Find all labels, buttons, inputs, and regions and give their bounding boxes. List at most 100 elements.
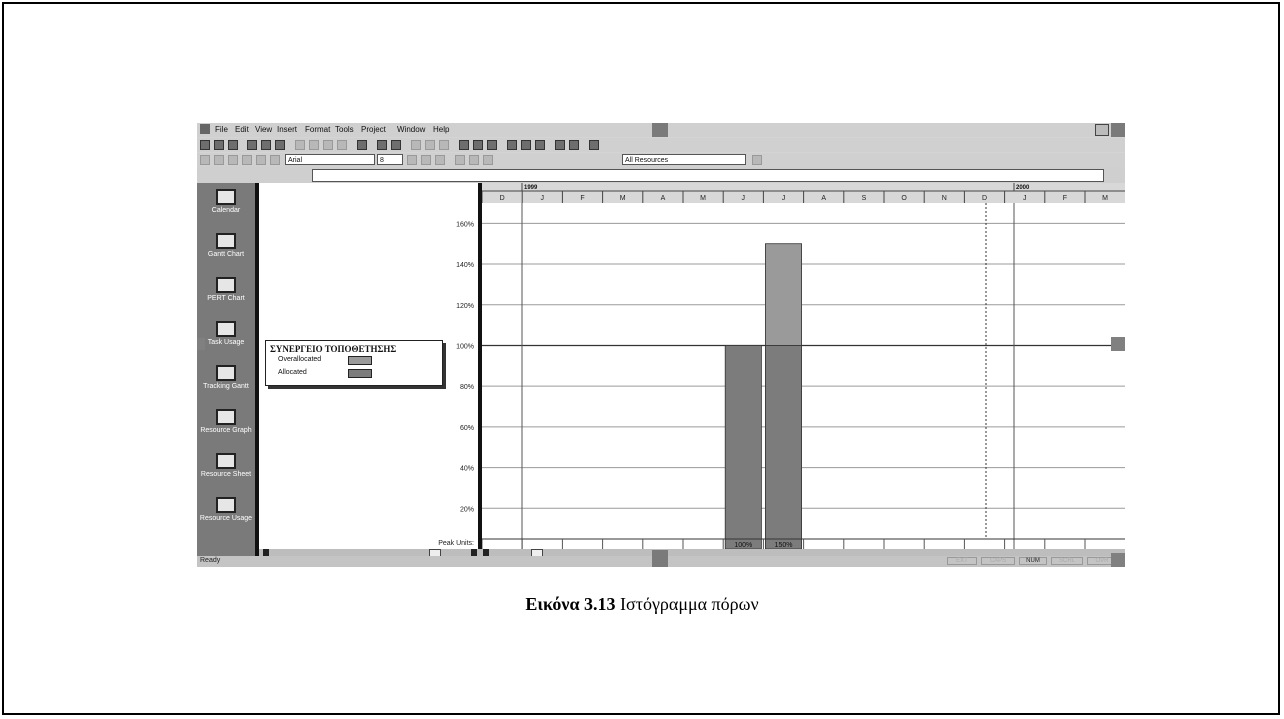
italic-icon[interactable] (421, 155, 431, 165)
legend-label-allocated: Allocated (278, 369, 307, 376)
status-bar: Ready EXT CAPS NUM SCRL OVR (197, 550, 1125, 567)
assign-resources-icon[interactable] (459, 140, 469, 150)
view-bar-item[interactable]: PERT Chart (199, 277, 253, 303)
font-name-select[interactable]: Arial (285, 154, 375, 165)
align-right-icon[interactable] (483, 155, 493, 165)
menu-format[interactable]: Format (305, 125, 330, 134)
resource-usage-icon (216, 497, 236, 513)
month-label: N (942, 195, 947, 202)
status-scrl: SCRL (1051, 557, 1083, 565)
redaction-mark (197, 338, 205, 350)
cut-icon[interactable] (295, 140, 305, 150)
resource-graph-svg: 100% 150% (481, 203, 1125, 550)
hide-subtasks-icon[interactable] (242, 155, 252, 165)
restore-icon[interactable] (1095, 124, 1109, 136)
task-info-icon[interactable] (425, 140, 435, 150)
y-tick-label: 60% (460, 425, 474, 432)
menu-insert[interactable]: Insert (277, 125, 297, 134)
format-painter-icon[interactable] (337, 140, 347, 150)
web-icon[interactable] (487, 140, 497, 150)
menu-file[interactable]: File (215, 125, 228, 134)
view-bar-label: PERT Chart (207, 295, 245, 302)
month-label: J (1023, 195, 1026, 202)
indent-left-icon[interactable] (200, 155, 210, 165)
y-tick-label: 160% (456, 221, 474, 228)
split-task-icon[interactable] (411, 140, 421, 150)
resource-sheet-icon (216, 453, 236, 469)
zoom-in-icon[interactable] (507, 140, 517, 150)
view-bar-label: Calendar (211, 207, 241, 214)
formatting-toolbar: Arial 8 All Resources (197, 153, 1125, 167)
status-ready: Ready (200, 557, 221, 564)
view-bar-item[interactable]: Gantt Chart (199, 233, 253, 259)
show-icon[interactable] (256, 155, 266, 165)
menu-view[interactable]: View (255, 125, 272, 134)
menu-window[interactable]: Window (397, 125, 425, 134)
tracking-gantt-icon (216, 365, 236, 381)
view-bar-label: Resource Graph (200, 427, 252, 434)
view-bar-item[interactable]: Calendar (199, 189, 253, 215)
timescale-svg: 1999 2000 D J F M A M J J A S O N D J F M (481, 183, 1125, 203)
redaction-mark (652, 550, 668, 567)
view-bar-item[interactable]: Resource Graph (199, 409, 253, 435)
y-tick-label: 40% (460, 466, 474, 473)
filter-select[interactable]: All Resources (622, 154, 746, 165)
open-icon[interactable] (214, 140, 224, 150)
filter-icon[interactable] (270, 155, 280, 165)
spelling-icon[interactable] (275, 140, 285, 150)
caption-number: Εικόνα 3.13 (525, 594, 616, 614)
zoom-out-icon[interactable] (521, 140, 531, 150)
goto-task-icon[interactable] (535, 140, 545, 150)
undo-icon[interactable] (357, 140, 367, 150)
font-size-select[interactable]: 8 (377, 154, 403, 165)
bold-icon[interactable] (407, 155, 417, 165)
print-icon[interactable] (247, 140, 257, 150)
month-label: M (1102, 195, 1108, 202)
indent-right-icon[interactable] (214, 155, 224, 165)
y-tick-label: 80% (460, 384, 474, 391)
unlink-tasks-icon[interactable] (391, 140, 401, 150)
menu-help[interactable]: Help (433, 125, 449, 134)
view-bar-item[interactable]: Tracking Gantt (199, 365, 253, 391)
resource-graph: 100% 150% (481, 203, 1125, 550)
paste-icon[interactable] (323, 140, 333, 150)
y-tick-label: 140% (456, 262, 474, 269)
plot-background (482, 203, 1125, 549)
entry-field[interactable] (312, 169, 1104, 182)
figure-caption: Εικόνα 3.13 Ιστόγραμμα πόρων (0, 594, 1284, 615)
print-preview-icon[interactable] (261, 140, 271, 150)
copy-icon[interactable] (309, 140, 319, 150)
month-label: A (661, 195, 666, 202)
legend-title: ΣΥΝΕΡΓΕΙΟ ΤΟΠΟΘΕΤΗΣΗΣ (270, 344, 397, 354)
help-icon[interactable] (589, 140, 599, 150)
view-bar-item[interactable]: Task Usage (199, 321, 253, 347)
redaction-mark (1111, 553, 1125, 567)
scroll-left-icon[interactable] (483, 549, 489, 556)
align-center-icon[interactable] (469, 155, 479, 165)
y-tick-label: 120% (456, 303, 474, 310)
scroll-right-icon[interactable] (471, 549, 477, 556)
menu-edit[interactable]: Edit (235, 125, 249, 134)
new-icon[interactable] (200, 140, 210, 150)
menu-project[interactable]: Project (361, 125, 386, 134)
bar-overallocated (764, 243, 802, 346)
view-bar-item[interactable]: Resource Usage (199, 497, 253, 523)
copy-picture-icon[interactable] (473, 140, 483, 150)
wizard-icon[interactable] (555, 140, 565, 150)
menu-tools[interactable]: Tools (335, 125, 354, 134)
peak-units-value: 150% (775, 542, 793, 549)
underline-icon[interactable] (435, 155, 445, 165)
view-bar-item[interactable]: Resource Sheet (199, 453, 253, 479)
save-icon[interactable] (228, 140, 238, 150)
redaction-mark (652, 123, 668, 137)
scroll-left-icon[interactable] (263, 549, 269, 556)
show-subtasks-icon[interactable] (228, 155, 238, 165)
tips-icon[interactable] (569, 140, 579, 150)
y-tick-label: 20% (460, 506, 474, 513)
autofilter-icon[interactable] (752, 155, 762, 165)
notes-icon[interactable] (439, 140, 449, 150)
legend-label-overallocated: Overallocated (278, 356, 322, 363)
y-tick-label: 100% (456, 343, 474, 350)
link-tasks-icon[interactable] (377, 140, 387, 150)
align-left-icon[interactable] (455, 155, 465, 165)
